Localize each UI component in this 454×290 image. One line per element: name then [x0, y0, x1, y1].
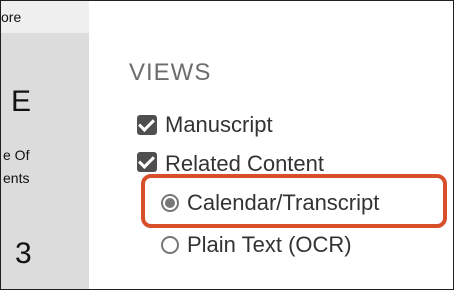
- calendar-transcript-radio[interactable]: [161, 194, 179, 212]
- view-option-related-content[interactable]: Related Content: [137, 151, 324, 173]
- more-label: ore: [1, 9, 22, 25]
- manuscript-label[interactable]: Manuscript: [165, 112, 273, 138]
- views-heading: VIEWS: [129, 59, 212, 86]
- calendar-transcript-label[interactable]: Calendar/Transcript: [187, 190, 379, 216]
- sidebar-panel: ore E e Of ents 3: [1, 1, 89, 289]
- sidebar-glyph-bottom: 3: [15, 237, 32, 270]
- view-option-plain-text[interactable]: Plain Text (OCR): [161, 232, 352, 258]
- sidebar-glyph-top: E: [11, 85, 32, 118]
- view-option-calendar-transcript[interactable]: Calendar/Transcript: [161, 190, 379, 216]
- related-content-label[interactable]: Related Content: [165, 151, 324, 173]
- manuscript-checkbox[interactable]: [137, 115, 157, 135]
- more-tab[interactable]: ore: [1, 1, 89, 33]
- viewer-frame: ore E e Of ents 3 VIEWS Manuscript Relat…: [0, 0, 454, 290]
- sidebar-text-line-2: ents: [3, 170, 30, 186]
- view-option-manuscript[interactable]: Manuscript: [137, 112, 273, 138]
- plain-text-radio[interactable]: [161, 236, 179, 254]
- plain-text-label[interactable]: Plain Text (OCR): [187, 232, 352, 258]
- sidebar-text-line-1: e Of: [3, 147, 30, 163]
- related-content-checkbox[interactable]: [137, 152, 157, 172]
